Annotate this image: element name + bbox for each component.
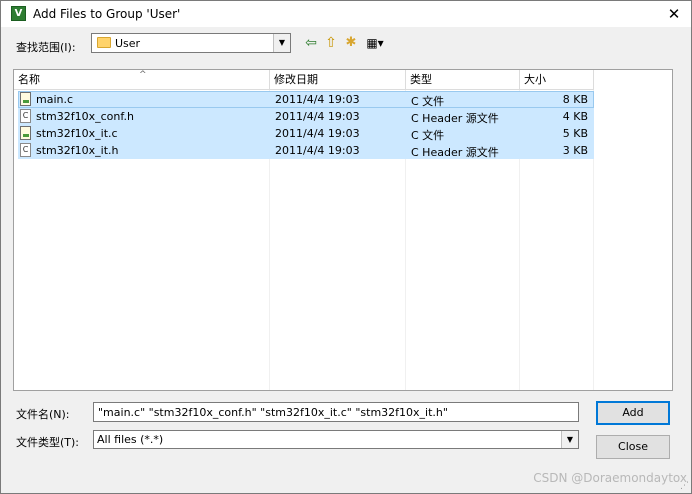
file-type: C Header 源文件 — [411, 146, 499, 159]
folder-icon — [97, 37, 111, 48]
file-name-input[interactable]: "main.c" "stm32f10x_conf.h" "stm32f10x_i… — [93, 402, 579, 422]
look-in-label: 查找范围(I): — [16, 41, 76, 54]
column-header-name[interactable]: 名称 ^ — [14, 70, 270, 90]
file-date: 2011/4/4 19:03 — [275, 110, 360, 123]
file-name: stm32f10x_it.c — [36, 127, 118, 140]
close-button[interactable]: Close — [596, 435, 670, 459]
file-row-stm32f10x-it-c[interactable]: stm32f10x_it.c 2011/4/4 19:03 C 文件 5 KB — [18, 125, 594, 142]
column-header-name-label: 名称 — [18, 73, 40, 86]
new-folder-icon[interactable]: ✱ — [343, 34, 359, 52]
column-header-type[interactable]: 类型 — [406, 70, 520, 90]
look-in-value: User — [115, 37, 141, 50]
column-header-date[interactable]: 修改日期 — [270, 70, 406, 90]
file-row-stm32f10x-it-h[interactable]: C stm32f10x_it.h 2011/4/4 19:03 C Header… — [18, 142, 594, 159]
file-name: stm32f10x_it.h — [36, 144, 119, 157]
add-button[interactable]: Add — [596, 401, 670, 425]
file-date: 2011/4/4 19:03 — [275, 127, 360, 140]
file-list[interactable]: 名称 ^ 修改日期 类型 大小 main.c 2011/4/4 19:03 C … — [13, 69, 673, 391]
up-folder-icon[interactable]: ⇧ — [323, 34, 339, 52]
file-type-dropdown[interactable]: All files (*.*) ▼ — [93, 430, 579, 449]
file-size: 3 KB — [562, 144, 588, 157]
c-source-file-icon — [20, 126, 31, 140]
column-header-size[interactable]: 大小 — [520, 70, 594, 90]
sort-ascending-icon: ^ — [139, 70, 147, 80]
file-date: 2011/4/4 19:03 — [275, 144, 360, 157]
title-bar: V Add Files to Group 'User' ✕ — [1, 1, 691, 27]
file-row-main-c[interactable]: main.c 2011/4/4 19:03 C 文件 8 KB — [18, 91, 594, 108]
keil-app-icon: V — [11, 6, 26, 21]
file-name: stm32f10x_conf.h — [36, 110, 134, 123]
file-type: C Header 源文件 — [411, 112, 499, 125]
c-source-file-icon — [20, 92, 31, 106]
file-date: 2011/4/4 19:03 — [275, 93, 360, 106]
back-icon[interactable]: ⇦ — [303, 34, 319, 52]
c-header-file-icon: C — [20, 109, 31, 123]
file-type-value: All files (*.*) — [97, 433, 164, 446]
file-name: main.c — [36, 93, 74, 106]
add-files-dialog: V Add Files to Group 'User' ✕ 查找范围(I): U… — [0, 0, 692, 494]
file-size: 5 KB — [562, 127, 588, 140]
file-type-label: 文件类型(T): — [16, 436, 80, 449]
chevron-down-icon[interactable]: ▼ — [561, 431, 578, 448]
dialog-title: Add Files to Group 'User' — [33, 7, 181, 21]
file-name-label: 文件名(N): — [16, 408, 70, 421]
file-row-stm32f10x-conf-h[interactable]: C stm32f10x_conf.h 2011/4/4 19:03 C Head… — [18, 108, 594, 125]
file-size: 8 KB — [562, 93, 588, 106]
close-icon[interactable]: ✕ — [661, 3, 687, 25]
file-type: C 文件 — [411, 129, 445, 142]
chevron-down-icon[interactable]: ▼ — [273, 34, 290, 52]
resize-grip-icon[interactable]: ⋰ — [680, 481, 689, 491]
file-size: 4 KB — [562, 110, 588, 123]
look-in-dropdown[interactable]: User ▼ — [91, 33, 291, 53]
watermark: CSDN @Doraemondaytox — [533, 471, 687, 485]
file-type: C 文件 — [411, 95, 445, 108]
c-header-file-icon: C — [20, 143, 31, 157]
view-menu-icon[interactable]: ▦▾ — [363, 34, 387, 52]
